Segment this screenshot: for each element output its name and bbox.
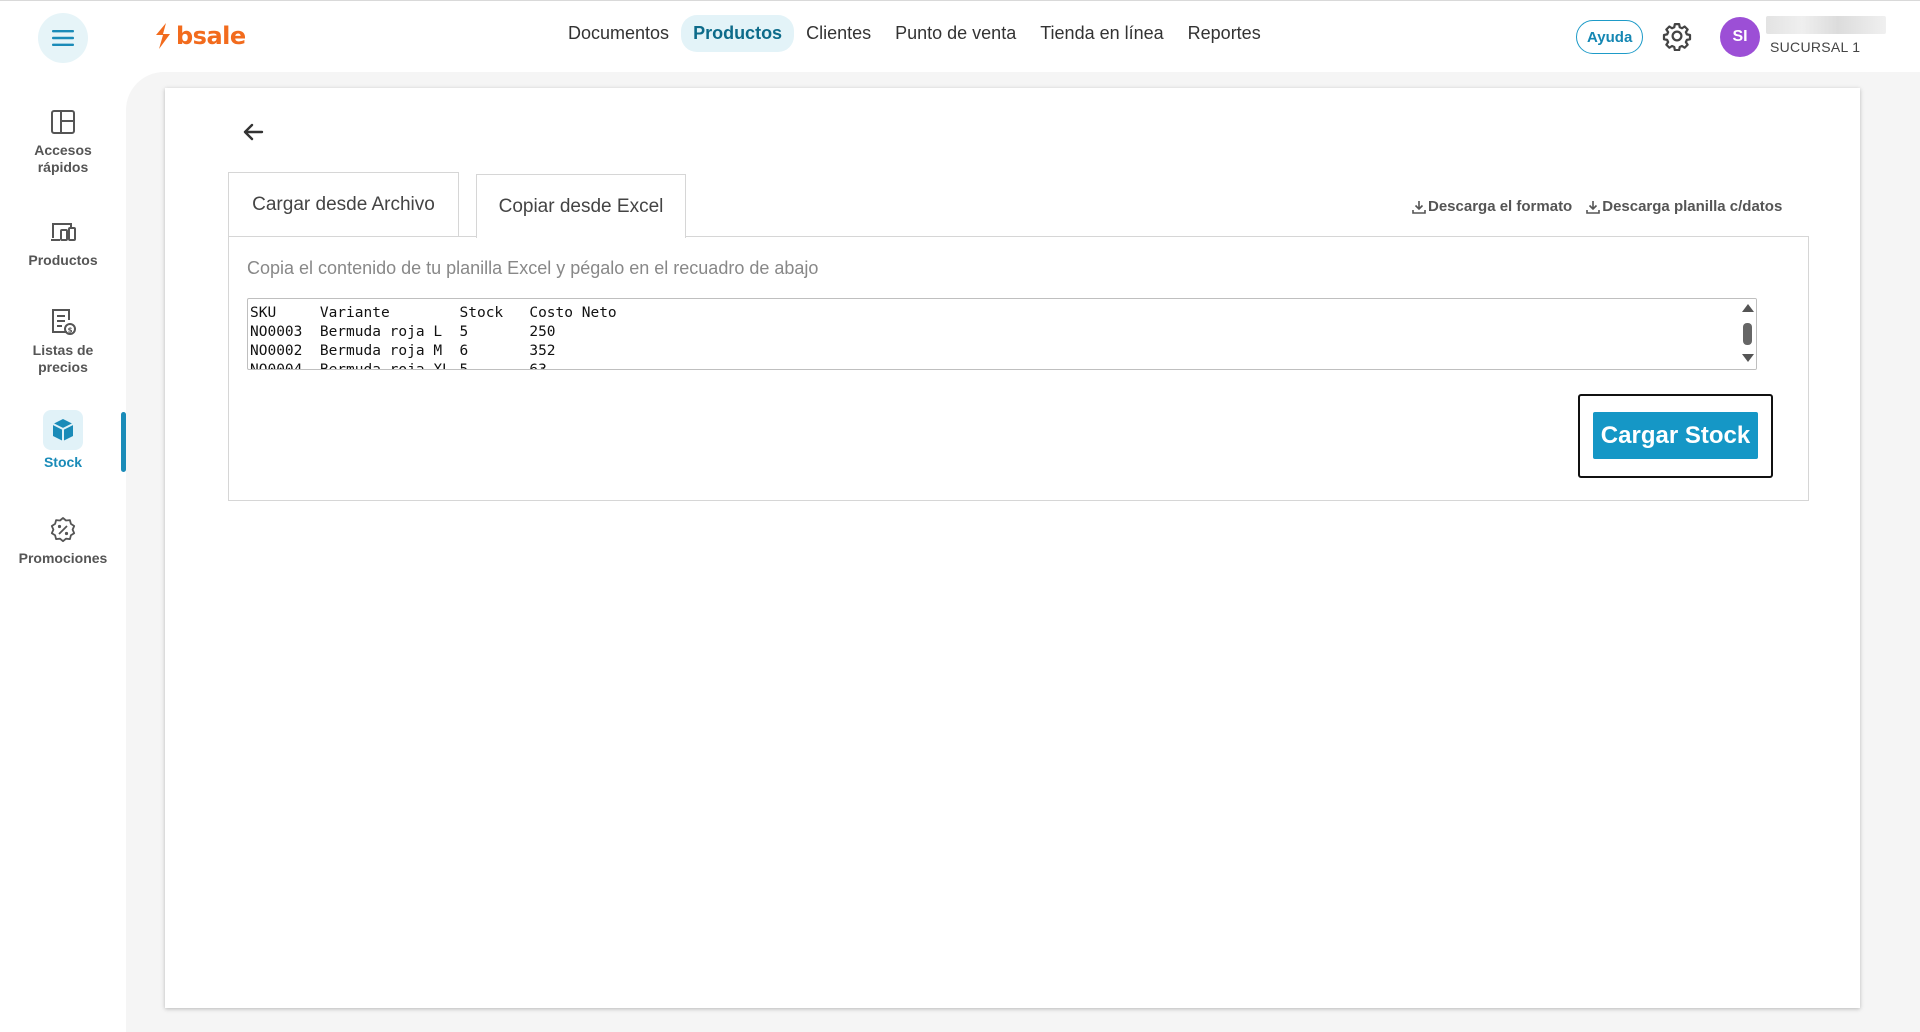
nav-tienda-en-linea[interactable]: Tienda en línea [1028,15,1175,52]
scroll-thumb[interactable] [1743,323,1752,345]
scroll-up-arrow-icon[interactable] [1742,304,1754,312]
paste-content: SKU Variante Stock Costo Neto NO0003 Berm… [250,304,617,370]
box-icon [43,410,83,450]
download-icon [1586,200,1601,214]
download-links: Descarga el formato Descarga planilla c/… [1412,198,1782,215]
paste-textarea[interactable]: SKU Variante Stock Costo Neto NO0003 Berm… [247,298,1757,370]
scroll-down-arrow-icon[interactable] [1742,354,1754,362]
sidebar-item-promociones[interactable]: Promociones [0,514,126,567]
branch-name[interactable]: SUCURSAL 1 [1770,39,1860,55]
tab-cargar-desde-archivo[interactable]: Cargar desde Archivo [228,172,459,236]
sidebar-item-stock[interactable]: Stock [0,410,126,471]
sidebar-item-accesos-rapidos[interactable]: Accesos rápidos [0,106,126,176]
redacted-user-name [1766,16,1886,34]
sidebar-label: Listas de precios [32,342,94,375]
brand-name: bsale [176,22,246,50]
nav-reportes[interactable]: Reportes [1176,15,1273,52]
paste-line: NO0003 Bermuda roja L 5 250 [250,324,556,340]
download-data-label: Descarga planilla c/datos [1602,198,1783,215]
gear-icon[interactable] [1662,21,1692,51]
back-arrow-icon[interactable] [238,117,268,147]
menu-button[interactable] [38,13,88,63]
textarea-scrollbar[interactable] [1738,299,1756,369]
sidebar-label: Promociones [18,550,108,566]
bsale-logo-icon [156,23,170,49]
hamburger-icon [52,30,74,46]
tab-copiar-desde-excel[interactable]: Copiar desde Excel [476,174,686,238]
top-bar: bsale Documentos Productos Clientes Punt… [0,0,1920,70]
sidebar-label: Stock [43,454,83,470]
download-data-link[interactable]: Descarga planilla c/datos [1586,198,1782,215]
download-format-label: Descarga el formato [1428,198,1573,215]
user-avatar[interactable]: SI [1720,17,1760,57]
sidebar-label: Productos [28,252,98,268]
nav-productos[interactable]: Productos [681,15,795,52]
layout-icon [47,106,79,138]
discount-icon [47,514,79,546]
paste-line: SKU Variante Stock Costo Neto [250,305,617,321]
download-format-link[interactable]: Descarga el formato [1412,198,1572,215]
help-button[interactable]: Ayuda [1576,20,1644,54]
price-list-icon: $ [47,306,79,338]
sidebar-label: Accesos rápidos [34,142,92,175]
sidebar: Accesos rápidos Productos $ Listas de pr… [0,70,126,1032]
sidebar-item-productos[interactable]: Productos [0,216,126,269]
download-icon [1412,200,1426,214]
devices-icon [47,216,79,248]
nav-punto-de-venta[interactable]: Punto de venta [883,15,1028,52]
main-nav: Documentos Productos Clientes Punto de v… [556,15,1273,52]
paste-line: NO0002 Bermuda roja M 6 352 [250,343,556,359]
sidebar-item-listas-de-precios[interactable]: $ Listas de precios [0,306,126,376]
paste-line: NO0004 Bermuda roja XL 5 63 [250,362,547,370]
nav-documentos[interactable]: Documentos [556,15,681,52]
nav-clientes[interactable]: Clientes [794,15,883,52]
instructions-text: Copia el contenido de tu planilla Excel … [247,258,819,278]
brand-logo[interactable]: bsale [154,21,246,51]
svg-text:$: $ [68,327,73,335]
cargar-stock-button[interactable]: Cargar Stock [1593,412,1758,459]
